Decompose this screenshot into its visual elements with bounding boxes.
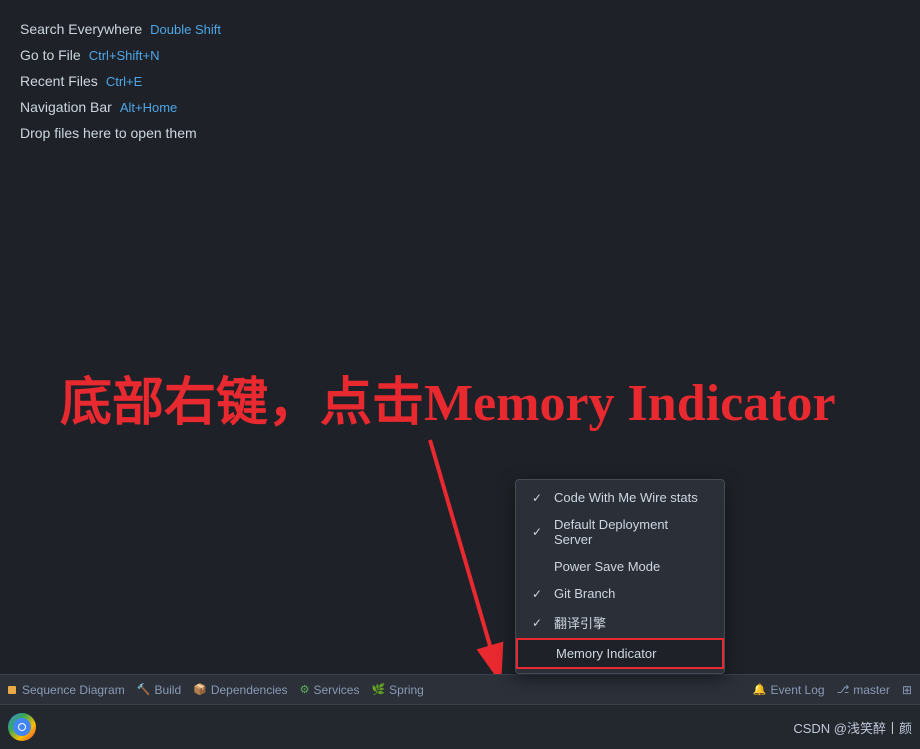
empty-check-icon: ✓ [534,647,548,661]
recent-files-shortcut: Ctrl+E [106,74,142,89]
drop-files-item: Drop files here to open them [20,120,900,146]
build-item[interactable]: 🔨 Build [137,683,181,697]
check-icon: ✓ [532,491,546,505]
git-icon: ⎇ [837,683,850,696]
check-icon: ✓ [532,616,546,630]
search-everywhere-label: Search Everywhere [20,21,142,37]
windows-icon: ⊞ [902,683,912,697]
status-bar-right: 🔔 Event Log ⎇ master ⊞ [753,683,912,697]
memory-indicator-label: Memory Indicator [556,646,656,661]
event-log-item[interactable]: 🔔 Event Log [753,683,825,697]
services-item[interactable]: ⚙ Services [300,683,360,697]
go-to-file-item[interactable]: Go to File Ctrl+Shift+N [20,42,900,68]
taskbar-right: CSDN @浅笑醉丨颜 [793,718,912,737]
navigation-bar-item[interactable]: Navigation Bar Alt+Home [20,94,900,120]
default-deployment-label: Default Deployment Server [554,517,708,547]
context-menu: ✓ Code With Me Wire stats ✓ Default Depl… [515,479,725,674]
power-save-item[interactable]: ✓ Power Save Mode [516,553,724,580]
check-icon: ✓ [532,587,546,601]
menu-section: Search Everywhere Double Shift Go to Fil… [0,0,920,162]
code-with-me-item[interactable]: ✓ Code With Me Wire stats [516,484,724,511]
spring-label: Spring [389,683,424,697]
git-branch-item[interactable]: ✓ Git Branch [516,580,724,607]
services-label: Services [313,683,359,697]
check-icon: ✓ [532,525,546,539]
windows-icon-item[interactable]: ⊞ [902,683,912,697]
code-with-me-label: Code With Me Wire stats [554,490,698,505]
recent-files-label: Recent Files [20,73,98,89]
status-bar: Sequence Diagram 🔨 Build 📦 Dependencies … [0,674,920,704]
chrome-icon[interactable] [8,713,36,741]
master-item[interactable]: ⎇ master [837,683,890,697]
recent-files-item[interactable]: Recent Files Ctrl+E [20,68,900,94]
spring-item[interactable]: 🌿 Spring [371,683,423,697]
build-label: Build [154,683,181,697]
dependencies-item[interactable]: 📦 Dependencies [193,683,287,697]
search-everywhere-shortcut: Double Shift [150,22,221,37]
memory-indicator-item[interactable]: ✓ Memory Indicator [516,638,724,669]
sequence-diagram-icon [8,686,16,694]
navigation-bar-label: Navigation Bar [20,99,112,115]
annotation-text: 底部右键，点击Memory Indicator [60,360,836,435]
go-to-file-shortcut: Ctrl+Shift+N [89,48,160,63]
taskbar: CSDN @浅笑醉丨颜 [0,704,920,749]
translate-engine-label: 翻译引擎 [554,613,606,632]
build-icon: 🔨 [137,683,151,696]
sequence-diagram-item[interactable]: Sequence Diagram [8,683,125,697]
spring-icon: 🌿 [371,683,385,696]
empty-check-icon: ✓ [532,560,546,574]
event-log-label: Event Log [771,683,825,697]
search-everywhere-item[interactable]: Search Everywhere Double Shift [20,16,900,42]
git-branch-label: Git Branch [554,586,615,601]
translate-engine-item[interactable]: ✓ 翻译引擎 [516,607,724,638]
power-save-label: Power Save Mode [554,559,660,574]
drop-files-label: Drop files here to open them [20,125,197,141]
services-icon: ⚙ [300,683,310,696]
dependencies-label: Dependencies [211,683,288,697]
csdn-label: CSDN @浅笑醉丨颜 [793,718,912,737]
event-log-icon: 🔔 [753,683,767,696]
sequence-diagram-label: Sequence Diagram [22,683,125,697]
navigation-bar-shortcut: Alt+Home [120,100,177,115]
dependencies-icon: 📦 [193,683,207,696]
taskbar-left [8,713,36,741]
go-to-file-label: Go to File [20,47,81,63]
main-area: Search Everywhere Double Shift Go to Fil… [0,0,920,749]
master-label: master [853,683,890,697]
default-deployment-item[interactable]: ✓ Default Deployment Server [516,511,724,553]
